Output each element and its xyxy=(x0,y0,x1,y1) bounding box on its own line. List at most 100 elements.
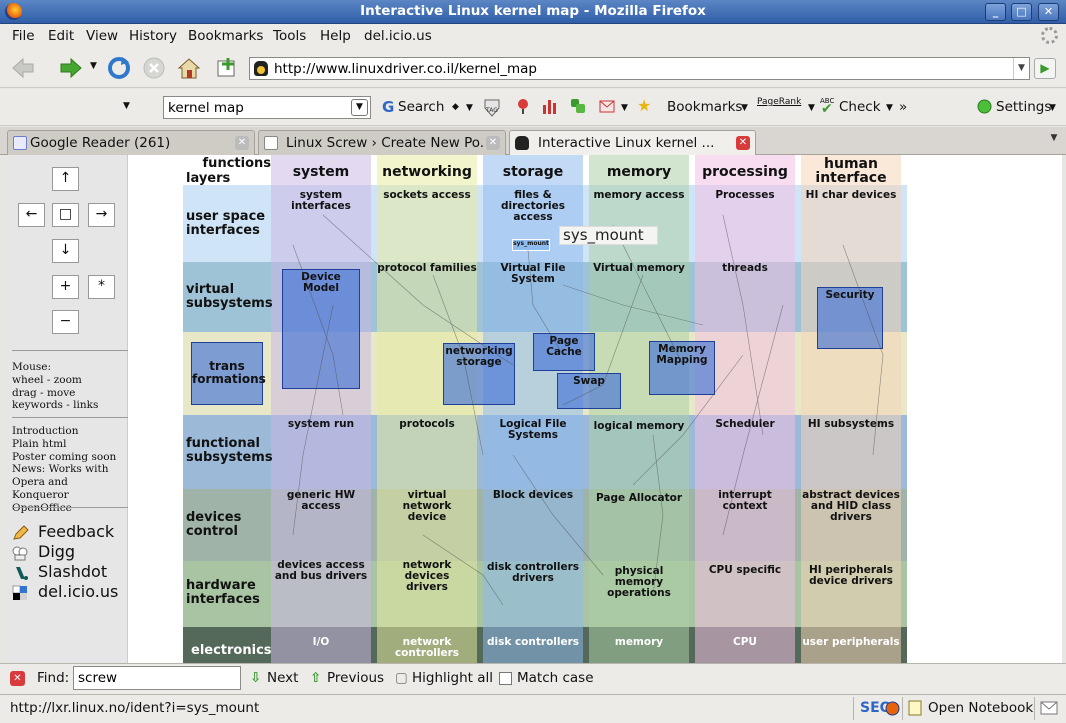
seo-status-panel[interactable]: SEO xyxy=(853,697,901,720)
pan-right-button[interactable]: → xyxy=(88,203,115,227)
cell-system-run[interactable]: system run xyxy=(271,419,371,430)
settings-dropdown-icon[interactable]: ▼ xyxy=(1049,103,1056,113)
row-label-virtual[interactable]: virtual subsystems xyxy=(186,283,273,311)
cell-memory[interactable]: memory xyxy=(589,637,689,648)
zoom-out-button[interactable]: − xyxy=(52,310,79,334)
tag-icon[interactable]: TAG xyxy=(481,96,503,118)
row-label-functional[interactable]: functional subsystems xyxy=(186,437,273,465)
menu-tools[interactable]: Tools xyxy=(273,28,306,44)
settings-status-icon[interactable] xyxy=(977,99,992,114)
cell-generic-hw-access[interactable]: generic HW access xyxy=(271,490,371,512)
cell-cpu-specific[interactable]: CPU specific xyxy=(695,565,795,576)
maximize-button[interactable]: □ xyxy=(1011,3,1032,21)
zoom-in-button[interactable]: + xyxy=(52,275,79,299)
cell-io[interactable]: I/O xyxy=(271,637,371,648)
menu-delicious[interactable]: del.icio.us xyxy=(364,28,432,44)
map-pin-icon[interactable] xyxy=(514,97,532,115)
star-icon[interactable]: ★ xyxy=(637,96,651,115)
menu-view[interactable]: View xyxy=(86,28,118,44)
find-next-button[interactable]: ⇩ Next xyxy=(250,670,298,686)
settings-button[interactable]: Settings xyxy=(996,99,1051,115)
cell-system-interfaces[interactable]: system interfaces xyxy=(271,190,371,212)
cell-virtual-file-system[interactable]: Virtual File System xyxy=(483,263,583,285)
column-label-processing[interactable]: processing xyxy=(695,165,795,179)
minimize-button[interactable]: _ xyxy=(985,3,1006,21)
forward-history-dropdown-icon[interactable]: ▼ xyxy=(90,61,97,71)
search-options-icon[interactable]: ◆ xyxy=(452,102,459,112)
row-label-user-space[interactable]: user space interfaces xyxy=(186,210,270,238)
sys-mount-box[interactable]: sys_mount xyxy=(512,239,550,251)
tab-linux-screw[interactable]: Linux Screw › Create New Po... ✕ xyxy=(258,130,506,155)
row-label-hardware[interactable]: hardware interfaces xyxy=(186,579,266,607)
column-label-human-interface[interactable]: human interface xyxy=(811,157,891,185)
close-tab-icon[interactable]: ✕ xyxy=(486,136,500,150)
cell-abstract-devices[interactable]: abstract devices and HID class drivers xyxy=(801,490,901,523)
search-options-dropdown-icon[interactable]: ▼ xyxy=(466,103,473,113)
cell-disk-controllers[interactable]: disk controllers xyxy=(483,637,583,648)
row-label-electronics[interactable]: electronics xyxy=(191,644,272,658)
close-tab-icon[interactable]: ✕ xyxy=(235,136,249,150)
green-blocks-icon[interactable] xyxy=(569,97,587,115)
go-button[interactable]: ▶ xyxy=(1034,58,1056,79)
menu-help[interactable]: Help xyxy=(320,28,351,44)
cell-interrupt-context[interactable]: interrupt context xyxy=(695,490,795,512)
url-bar[interactable]: ▼ xyxy=(249,57,1030,80)
stop-icon[interactable] xyxy=(141,56,167,80)
back-arrow-icon[interactable] xyxy=(10,56,36,80)
cell-page-cache[interactable]: Page Cache xyxy=(533,333,595,371)
cell-block-devices[interactable]: Block devices xyxy=(483,490,583,501)
spellcheck-icon[interactable]: ✔ xyxy=(821,101,833,117)
tab-kernel-map[interactable]: Interactive Linux kernel ... ✕ xyxy=(509,130,756,156)
pan-up-button[interactable]: ↑ xyxy=(52,167,79,191)
gmail-status-panel[interactable] xyxy=(1034,697,1064,720)
home-icon[interactable] xyxy=(176,56,202,80)
cell-virtual-network-device[interactable]: virtual network device xyxy=(387,490,467,523)
cell-device-model[interactable]: Device Model xyxy=(282,269,360,389)
cell-sockets-access[interactable]: sockets access xyxy=(377,190,477,201)
link-poster[interactable]: Poster coming soon xyxy=(12,451,127,464)
cell-hi-peripherals[interactable]: HI peripherals device drivers xyxy=(801,565,901,587)
link-plain-html[interactable]: Plain html xyxy=(12,438,127,451)
menu-edit[interactable]: Edit xyxy=(48,28,74,44)
cell-physical-memory-operations[interactable]: physical memory operations xyxy=(589,566,689,599)
cell-hi-subsystems[interactable]: HI subsystems xyxy=(801,419,901,430)
cell-protocols[interactable]: protocols xyxy=(377,419,477,430)
fit-view-button[interactable]: * xyxy=(88,275,115,299)
forward-arrow-icon[interactable] xyxy=(58,56,84,80)
link-introduction[interactable]: Introduction xyxy=(12,425,127,438)
menu-bookmarks[interactable]: Bookmarks xyxy=(188,28,263,44)
open-notebook-button[interactable]: Open Notebook xyxy=(902,697,1034,720)
cell-files-directories[interactable]: files & directories access xyxy=(483,190,583,223)
highlight-all-button[interactable]: ▢ Highlight all xyxy=(395,670,493,686)
close-window-button[interactable]: ✕ xyxy=(1038,3,1059,21)
cell-scheduler[interactable]: Scheduler xyxy=(695,419,795,430)
toolbar-search-dropdown-icon[interactable]: ▼ xyxy=(351,99,368,116)
close-find-bar-icon[interactable]: ✕ xyxy=(10,671,25,686)
cell-protocol-families[interactable]: protocol families xyxy=(377,263,477,274)
menu-file[interactable]: File xyxy=(12,28,35,44)
cell-hi-char-devices[interactable]: HI char devices xyxy=(801,190,901,201)
trans-formations-box[interactable]: trans formations xyxy=(191,342,266,405)
find-input[interactable] xyxy=(73,666,241,690)
tab-google-reader[interactable]: Google Reader (261) ✕ xyxy=(7,130,255,155)
cell-networking-storage[interactable]: networking storage xyxy=(443,343,515,405)
match-case-checkbox[interactable] xyxy=(499,672,512,685)
pan-left-button[interactable]: ← xyxy=(18,203,45,227)
reset-view-button[interactable]: □ xyxy=(52,203,79,227)
check-button[interactable]: Check xyxy=(839,99,881,115)
link-news[interactable]: News: Works with xyxy=(12,463,127,476)
cell-disk-controllers-drivers[interactable]: disk controllers drivers xyxy=(483,562,583,584)
check-dropdown-icon[interactable]: ▼ xyxy=(886,103,893,113)
menu-history[interactable]: History xyxy=(129,28,177,44)
pan-down-button[interactable]: ↓ xyxy=(52,239,79,263)
bar-chart-icon[interactable] xyxy=(541,97,559,115)
pagerank-label[interactable]: PageRank xyxy=(757,97,801,107)
close-tab-icon[interactable]: ✕ xyxy=(736,136,750,150)
url-input[interactable] xyxy=(274,60,1014,77)
cell-network-controllers[interactable]: network controllers xyxy=(377,637,477,659)
cell-cpu[interactable]: CPU xyxy=(695,637,795,648)
link-news-cont[interactable]: Opera and Konqueror xyxy=(12,476,127,502)
url-history-dropdown-icon[interactable]: ▼ xyxy=(1013,58,1029,79)
google-g-icon[interactable]: G xyxy=(380,97,398,115)
cell-processes[interactable]: Processes xyxy=(695,190,795,201)
